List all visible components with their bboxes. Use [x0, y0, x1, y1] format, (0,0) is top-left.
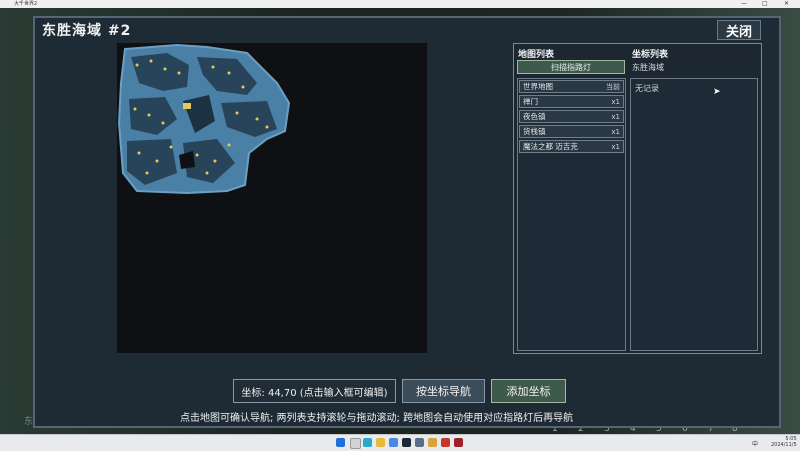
edge-icon[interactable] — [363, 438, 372, 447]
scan-beacon-button[interactable]: 扫描指路灯 — [517, 60, 625, 74]
add-coordinate-button[interactable]: 添加坐标 — [491, 379, 566, 403]
app2-icon[interactable] — [441, 438, 450, 447]
dialog-title: 东胜海域 #2 — [42, 23, 132, 39]
steam-icon[interactable] — [402, 438, 411, 447]
windows-start-icon[interactable] — [336, 438, 345, 447]
mouse-cursor-icon: ➤ — [713, 87, 721, 97]
coord-list-heading: 坐标列表 — [632, 50, 669, 60]
map-item-name: 禅门 — [523, 97, 538, 106]
map-item-tag: x1 — [611, 112, 620, 121]
map-list-item[interactable]: 货栈镇 x1 — [519, 125, 624, 138]
map-item-name: 魔法之都 迈吉克 — [523, 142, 578, 151]
map-item-name: 夜色镇 — [523, 112, 546, 121]
coord-region-name: 东胜海域 — [632, 63, 664, 72]
map-list[interactable]: 世界地图 当前 禅门 x1 夜色镇 x1 货栈镇 x1 魔法之都 迈吉克 x1 — [517, 78, 626, 351]
game2-icon[interactable] — [454, 438, 463, 447]
search-icon[interactable] — [350, 438, 361, 449]
minimize-button[interactable]: — — [741, 0, 747, 8]
map-item-tag: x1 — [611, 97, 620, 106]
map-list-item[interactable]: 禅门 x1 — [519, 95, 624, 108]
map-list-item[interactable]: 魔法之都 迈吉克 x1 — [519, 140, 624, 153]
close-window-button[interactable]: ✕ — [784, 0, 789, 8]
clock-date: 2024/11/5 — [771, 442, 797, 448]
map-canvas[interactable] — [117, 43, 427, 353]
window-title: 大千世界2 — [14, 1, 38, 7]
close-button[interactable]: 关闭 — [717, 20, 761, 40]
coordinate-input[interactable]: 坐标: 44,70 (点击输入框可编辑) — [233, 379, 396, 403]
island-map — [117, 43, 291, 195]
maximize-button[interactable]: □ — [762, 0, 768, 8]
map-item-tag: x1 — [611, 127, 620, 136]
chrome-icon[interactable] — [389, 438, 398, 447]
map-list-heading: 地图列表 — [518, 50, 555, 60]
map-item-name: 世界地图 — [523, 82, 553, 91]
app-icon[interactable] — [415, 438, 424, 447]
map-item-name: 货栈镇 — [523, 127, 546, 136]
map-list-item-world[interactable]: 世界地图 当前 — [519, 80, 624, 93]
help-hint-text: 点击地图可确认导航; 两列表支持滚轮与拖动滚动; 跨地图会自动使用对应指路灯后再… — [180, 413, 574, 424]
coord-list[interactable]: 无记录 — [630, 78, 758, 351]
map-view[interactable] — [117, 43, 427, 353]
map-list-item[interactable]: 夜色镇 x1 — [519, 110, 624, 123]
os-taskbar: 中 5:05 2024/11/5 — [0, 434, 800, 451]
map-item-tag: 当前 — [606, 82, 620, 91]
navigate-by-coord-button[interactable]: 按坐标导航 — [402, 379, 485, 403]
file-explorer-icon[interactable] — [376, 438, 385, 447]
game-icon[interactable] — [428, 438, 437, 447]
input-language[interactable]: 中 — [752, 439, 758, 448]
taskbar-clock[interactable]: 5:05 2024/11/5 — [771, 436, 797, 448]
coord-list-empty-text: 无记录 — [635, 84, 659, 93]
map-item-tag: x1 — [611, 142, 620, 151]
player-marker — [183, 103, 191, 109]
